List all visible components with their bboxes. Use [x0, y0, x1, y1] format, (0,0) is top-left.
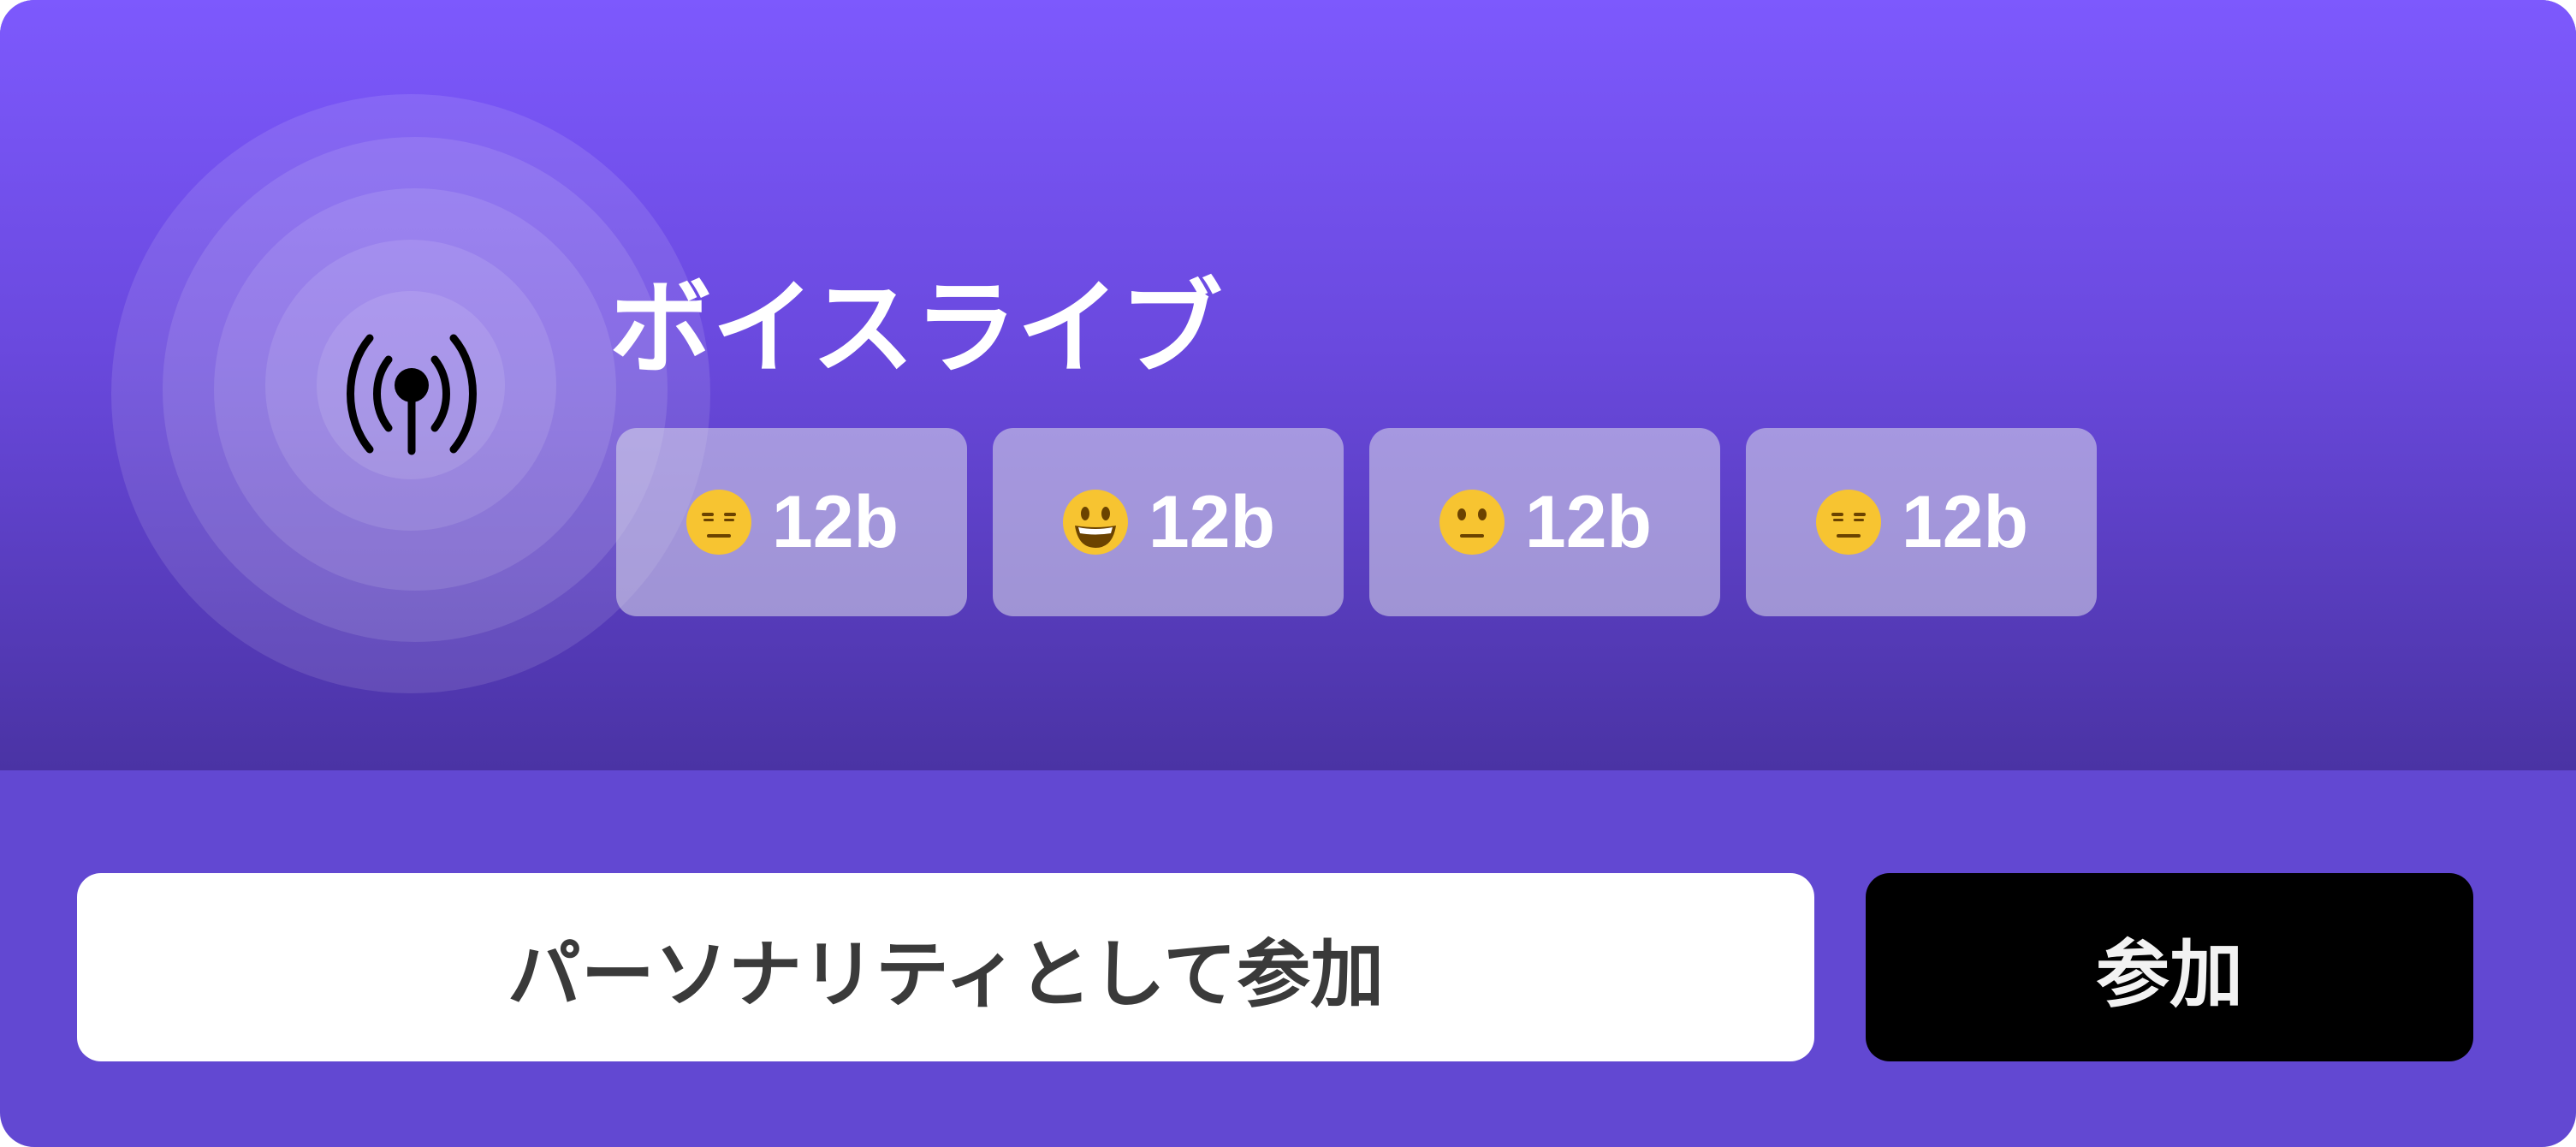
- reaction-count: 12b: [1148, 480, 1276, 563]
- expressionless-face-icon: [1815, 490, 1881, 555]
- reaction-count: 12b: [1901, 480, 2029, 563]
- reaction-chip[interactable]: 12b: [1746, 428, 2097, 616]
- reaction-chip[interactable]: 12b: [993, 428, 1344, 616]
- join-as-personality-button[interactable]: パーソナリティとして参加: [77, 873, 1814, 1061]
- expressionless-face-icon: [686, 490, 751, 555]
- neutral-face-icon: [1439, 490, 1505, 555]
- broadcast-antenna-icon: [347, 334, 477, 455]
- page-title: ボイスライブ: [609, 270, 1223, 389]
- grinning-face-icon: [1062, 490, 1128, 555]
- reaction-count: 12b: [771, 480, 899, 563]
- reaction-count: 12b: [1524, 480, 1653, 563]
- join-button[interactable]: 参加: [1866, 873, 2473, 1061]
- hero-banner: ボイスライブ 12b 12b 12b 12b: [0, 0, 2576, 770]
- reaction-chip[interactable]: 12b: [1369, 428, 1720, 616]
- reaction-chip[interactable]: 12b: [616, 428, 967, 616]
- voice-live-card: ボイスライブ 12b 12b 12b 12b パーソナリティとして参加 参加: [0, 0, 2576, 1147]
